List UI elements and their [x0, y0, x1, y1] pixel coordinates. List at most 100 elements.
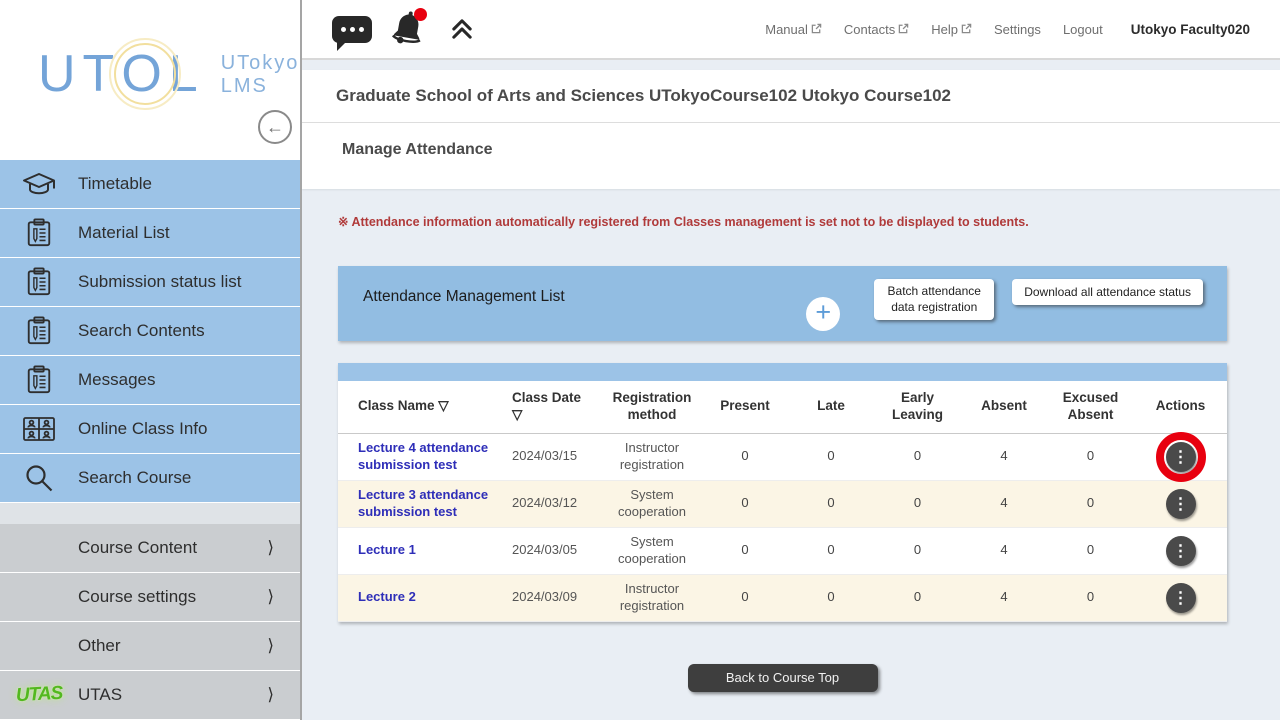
row-actions-button[interactable]: ⋮ [1166, 536, 1196, 566]
column-header-excused: Excused Absent [1047, 381, 1134, 433]
column-header-name[interactable]: Class Name ▽ [338, 381, 510, 433]
main-area: ManualContactsHelpSettingsLogoutUtokyo F… [302, 0, 1280, 720]
column-header-early: Early Leaving [874, 381, 961, 433]
column-header-present: Present [702, 381, 788, 433]
sidebar-item-label: Search Contents [78, 321, 205, 341]
chevron-right-icon: ⟩ [267, 538, 274, 558]
page-title: Manage Attendance [302, 123, 1280, 189]
early-leaving-cell: 0 [874, 433, 961, 480]
present-cell: 0 [702, 527, 788, 574]
row-actions-button[interactable]: ⋮ [1166, 442, 1196, 472]
row-actions-button[interactable]: ⋮ [1166, 489, 1196, 519]
excused-absent-cell: 0 [1047, 480, 1134, 527]
logo-sub-lms: LMS [221, 75, 300, 98]
top-link-manual[interactable]: Manual [765, 22, 822, 37]
title-card: Graduate School of Arts and Sciences UTo… [302, 70, 1280, 189]
class-date-cell: 2024/03/09 [510, 574, 602, 621]
sidebar-item-search-course[interactable]: Search Course [0, 454, 300, 502]
class-name-link[interactable]: Lecture 3 attendance submission test [358, 487, 510, 521]
registration-method-cell: Instructor registration [602, 433, 702, 480]
actions-cell: ⋮ [1134, 480, 1227, 527]
sidebar-item-label: UTAS [78, 685, 122, 705]
absent-cell: 4 [961, 574, 1047, 621]
attendance-table: Class Name ▽Class Date▽Registration meth… [338, 381, 1227, 622]
top-link-contacts[interactable]: Contacts [844, 22, 909, 37]
sidebar-collapse-button[interactable]: ← [258, 110, 292, 144]
sidebar-item-search-contents[interactable]: Search Contents [0, 307, 300, 355]
column-header-date[interactable]: Class Date▽ [510, 381, 602, 433]
notification-bell-icon[interactable] [388, 8, 432, 50]
actions-cell: ⋮ [1134, 574, 1227, 621]
column-header-method: Registration method [602, 381, 702, 433]
clipboard-icon [0, 315, 78, 347]
class-name-link[interactable]: Lecture 4 attendance submission test [358, 440, 510, 474]
sidebar-item-course-settings[interactable]: Course settings⟩ [0, 573, 300, 621]
late-cell: 0 [788, 527, 874, 574]
sidebar-item-online-class-info[interactable]: Online Class Info [0, 405, 300, 453]
download-all-attendance-button[interactable]: Download all attendance status [1012, 279, 1203, 305]
sidebar-item-label: Timetable [78, 174, 152, 194]
registration-method-cell: System cooperation [602, 480, 702, 527]
logo-area: UTOL UTokyo LMS ← [0, 0, 300, 160]
excused-absent-cell: 0 [1047, 574, 1134, 621]
logo-sub-utokyo: UTokyo [221, 52, 300, 75]
clipboard-icon [0, 364, 78, 396]
footer-row: Back to Course Top [338, 622, 1227, 692]
sidebar-item-messages[interactable]: Messages [0, 356, 300, 404]
sort-icon: ▽ [438, 398, 448, 413]
arrow-left-icon: ← [266, 117, 284, 138]
batch-attendance-registration-button[interactable]: Batch attendance data registration [874, 279, 994, 320]
external-link-icon [811, 22, 822, 37]
column-header-late: Late [788, 381, 874, 433]
early-leaving-cell: 0 [874, 480, 961, 527]
absent-cell: 4 [961, 527, 1047, 574]
chat-icon[interactable] [332, 16, 372, 43]
class-date-cell: 2024/03/15 [510, 433, 602, 480]
logo-text-l: L [169, 45, 205, 103]
app-root: UTOL UTokyo LMS ← Timetable Material List… [0, 0, 1280, 720]
class-name-link[interactable]: Lecture 2 [358, 589, 416, 606]
sidebar-item-label: Search Course [78, 468, 191, 488]
column-header-actions: Actions [1134, 381, 1227, 433]
class-date-cell: 2024/03/12 [510, 480, 602, 527]
top-link-settings[interactable]: Settings [994, 22, 1041, 37]
sidebar-item-label: Other [78, 636, 121, 656]
attendance-panel-header: Attendance Management List + Batch atten… [338, 266, 1227, 341]
class-name-link[interactable]: Lecture 1 [358, 542, 416, 559]
clipboard-icon [0, 266, 78, 298]
kebab-menu-icon: ⋮ [1173, 447, 1189, 467]
sidebar-item-timetable[interactable]: Timetable [0, 160, 300, 208]
sidebar-secondary-menu: Course Content⟩Course settings⟩Other⟩UTA… [0, 524, 300, 719]
top-link-help[interactable]: Help [931, 22, 972, 37]
add-attendance-button[interactable]: + [806, 297, 840, 331]
registration-method-cell: Instructor registration [602, 574, 702, 621]
content: Graduate School of Arts and Sciences UTo… [302, 60, 1280, 720]
row-actions-button[interactable]: ⋮ [1166, 583, 1196, 613]
collapse-topbar-icon[interactable] [448, 15, 476, 43]
table-row: Lecture 2 2024/03/09Instructor registrati… [338, 574, 1227, 621]
sidebar-item-utas[interactable]: UTASUTAS⟩ [0, 671, 300, 719]
external-link-icon [898, 22, 909, 37]
utas-logo-icon: UTAS [0, 684, 78, 706]
sidebar-item-submission-status-list[interactable]: Submission status list [0, 258, 300, 306]
back-to-course-top-button[interactable]: Back to Course Top [688, 664, 878, 692]
present-cell: 0 [702, 433, 788, 480]
notification-badge [414, 8, 427, 21]
topbar-links: ManualContactsHelpSettingsLogoutUtokyo F… [765, 22, 1250, 37]
kebab-menu-icon: ⋮ [1173, 541, 1189, 561]
early-leaving-cell: 0 [874, 527, 961, 574]
top-link-logout[interactable]: Logout [1063, 22, 1103, 37]
chevron-right-icon: ⟩ [267, 587, 274, 607]
late-cell: 0 [788, 480, 874, 527]
absent-cell: 4 [961, 480, 1047, 527]
magnifier-icon [0, 462, 78, 494]
sidebar-item-material-list[interactable]: Material List [0, 209, 300, 257]
present-cell: 0 [702, 574, 788, 621]
sidebar-item-label: Material List [78, 223, 170, 243]
early-leaving-cell: 0 [874, 574, 961, 621]
topbar: ManualContactsHelpSettingsLogoutUtokyo F… [302, 0, 1280, 60]
registration-method-cell: System cooperation [602, 527, 702, 574]
sidebar-item-other[interactable]: Other⟩ [0, 622, 300, 670]
excused-absent-cell: 0 [1047, 433, 1134, 480]
sidebar-item-course-content[interactable]: Course Content⟩ [0, 524, 300, 572]
